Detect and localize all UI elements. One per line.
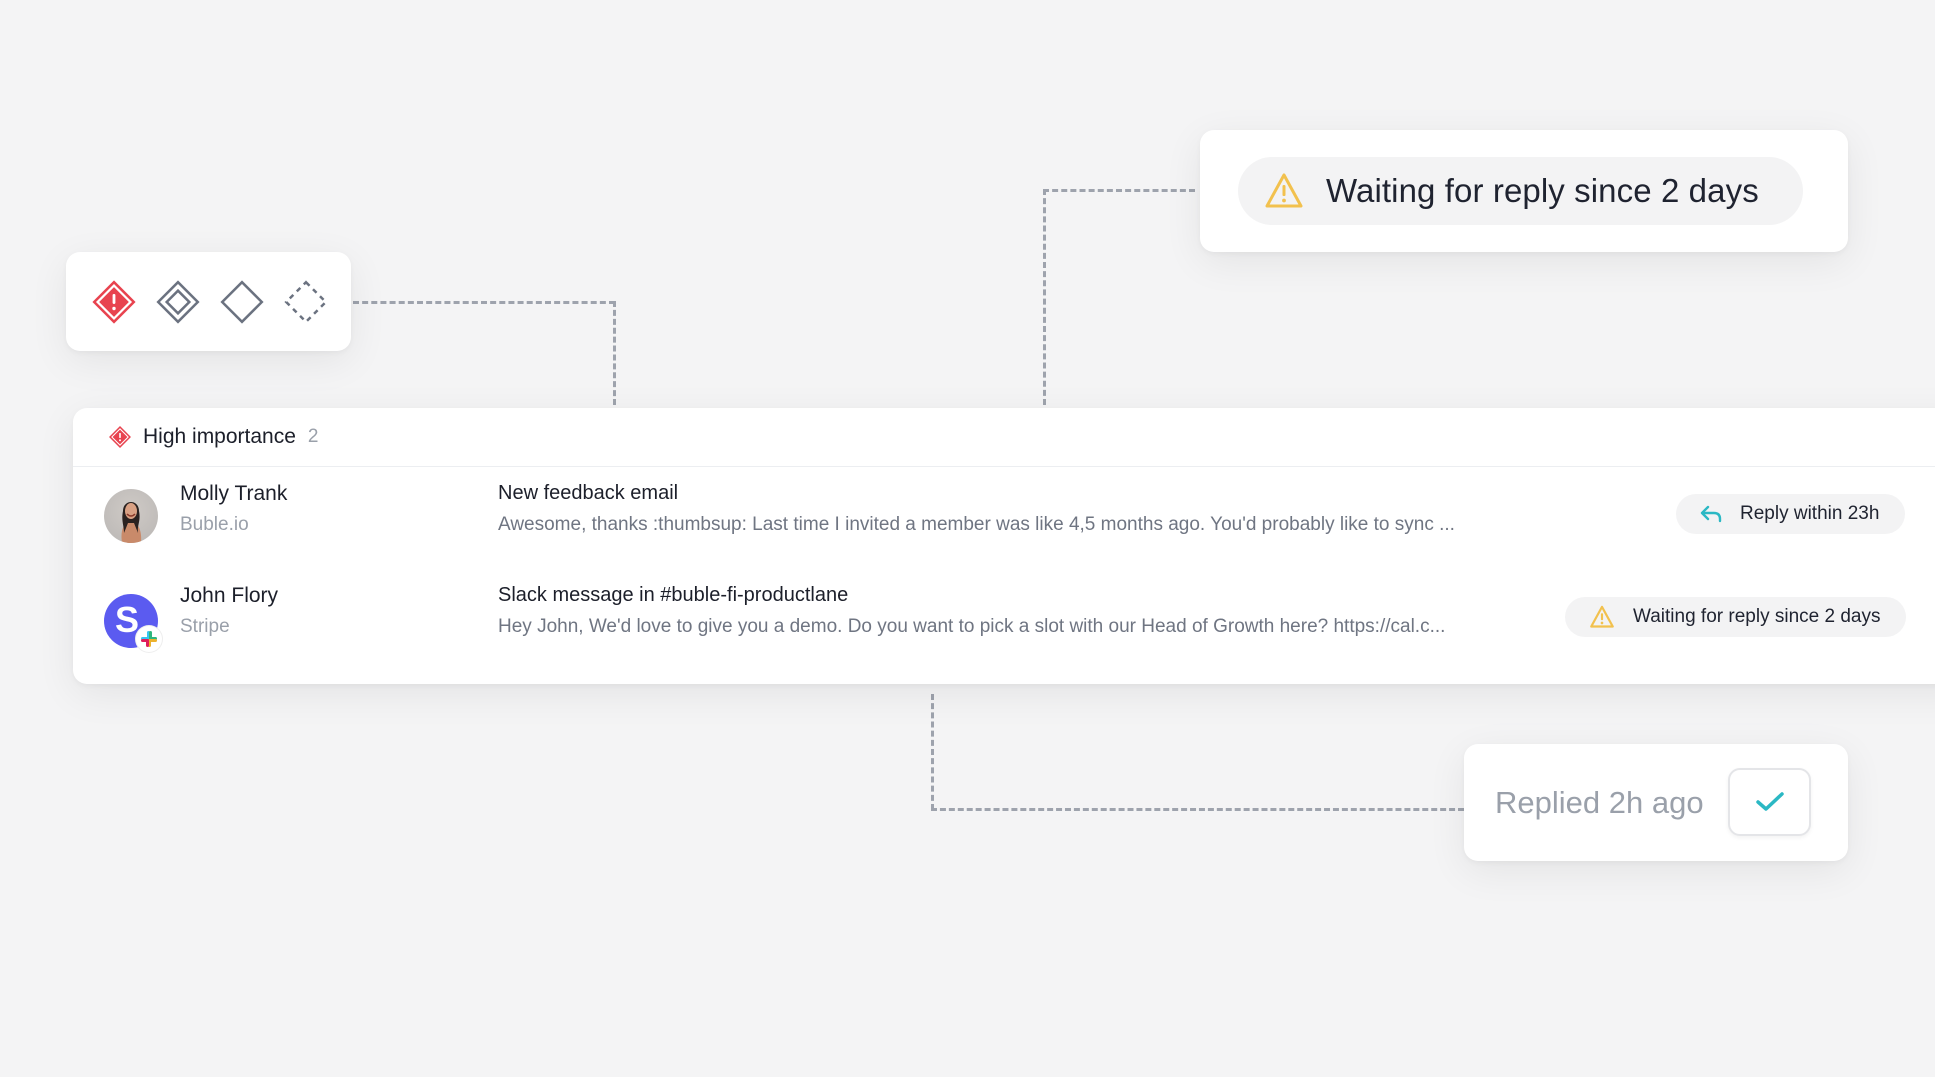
list-item[interactable]: Molly Trank Buble.io New feedback email … [73, 468, 1935, 568]
waiting-callout-card: Waiting for reply since 2 days [1200, 130, 1848, 252]
connector-waiting-horizontal [1043, 189, 1195, 192]
sender-name: John Flory [180, 584, 279, 607]
mark-done-button[interactable] [1728, 768, 1811, 836]
group-header-high-importance[interactable]: High importance 2 [73, 408, 1935, 467]
connector-toolbar-vertical [613, 301, 616, 405]
avatar-letter: S [114, 599, 139, 640]
connector-waiting-vertical [1043, 189, 1046, 405]
priority-medium-button[interactable] [220, 279, 264, 324]
replied-status-text: Replied 2h ago [1495, 784, 1704, 820]
warning-triangle-icon [1265, 173, 1303, 208]
reply-arrow-icon [1700, 505, 1722, 523]
status-badge[interactable]: Reply within 23h [1676, 494, 1906, 534]
status-badge[interactable]: Waiting for reply since 2 days [1565, 597, 1907, 637]
replied-callout-card: Replied 2h ago [1464, 744, 1848, 861]
connector-replied-vertical [931, 694, 934, 810]
priority-none-button[interactable] [284, 279, 328, 324]
list-item[interactable]: S John Flory Stripe Slack message in #bu… [73, 570, 1935, 670]
message-preview: Awesome, thanks :thumbsup: Last time I i… [498, 514, 1455, 535]
diamond-icon [220, 279, 264, 324]
sender-company: Buble.io [180, 514, 249, 535]
status-text: Reply within 23h [1740, 503, 1880, 524]
double-diamond-icon [156, 279, 200, 324]
priority-high-button[interactable] [156, 279, 200, 324]
priority-picker [66, 252, 351, 351]
waiting-status-pill: Waiting for reply since 2 days [1238, 157, 1803, 225]
sender-name: Molly Trank [180, 482, 288, 505]
group-count: 2 [307, 426, 319, 447]
connector-replied-horizontal [931, 808, 1464, 811]
sender-company: Stripe [180, 616, 230, 637]
dashed-diamond-icon [284, 279, 328, 324]
person-photo [121, 502, 142, 543]
checkmark-icon [1755, 792, 1784, 811]
warning-triangle-icon [1590, 605, 1614, 628]
message-subject: Slack message in #buble-fi-productlane [498, 584, 849, 606]
urgent-diamond-icon [92, 279, 136, 324]
message-subject: New feedback email [498, 482, 679, 504]
avatar: S [104, 594, 162, 652]
avatar [104, 489, 158, 543]
status-text: Waiting for reply since 2 days [1633, 606, 1881, 627]
message-preview: Hey John, We'd love to give you a demo. … [498, 616, 1446, 637]
urgent-diamond-icon [109, 426, 131, 448]
priority-urgent-button[interactable] [92, 279, 136, 324]
group-title: High importance [143, 425, 296, 448]
connector-toolbar-horizontal [353, 301, 615, 304]
slack-icon [141, 631, 157, 647]
slack-badge [136, 626, 162, 652]
inbox-list: High importance 2 Molly Trank Buble.io N… [73, 408, 1935, 684]
waiting-status-text: Waiting for reply since 2 days [1326, 172, 1759, 209]
